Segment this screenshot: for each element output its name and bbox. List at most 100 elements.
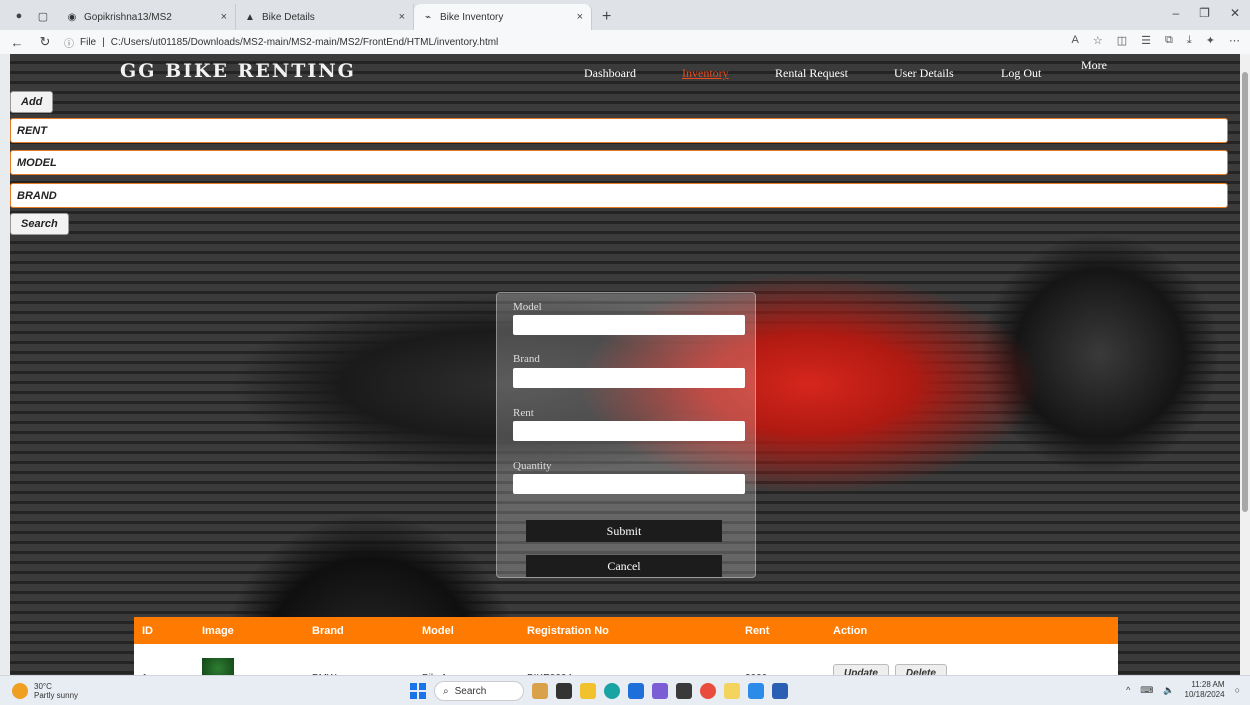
cell-rent: 2000 [737,644,825,675]
refresh-icon[interactable]: ↻ [34,34,56,50]
windows-start-icon[interactable] [410,683,426,699]
bike-thumbnail [202,658,234,675]
close-icon[interactable]: × [399,11,405,23]
visual-studio-icon[interactable] [652,683,668,699]
brand-input[interactable] [513,368,745,388]
profile-icon[interactable]: ● [12,9,26,23]
rent-filter-input[interactable]: RENT [10,118,1228,143]
site-brand: GG BIKE RENTING [120,60,356,82]
workspaces-icon[interactable]: ▢ [36,9,50,23]
favorites-icon[interactable]: ☰ [1141,34,1151,47]
read-aloud-icon[interactable]: A [1072,34,1079,47]
weather-sun-icon [12,683,28,699]
quantity-input[interactable] [513,474,745,494]
favorite-icon[interactable]: ☆ [1093,34,1103,47]
split-screen-icon[interactable]: ◫ [1117,34,1127,47]
nav-more[interactable]: More [1081,58,1107,73]
github-icon: ◉ [67,11,77,23]
downloads-icon[interactable]: ⤓ [1187,34,1192,47]
weather-temp: 30°C [34,682,52,691]
bike-icon: ▲ [245,11,255,23]
header-registration: Registration No [527,624,609,637]
header-id: ID [142,624,153,637]
table-header: ID Image Brand Model Registration No Ren… [134,617,1118,644]
chevron-up-icon[interactable]: ^ [1126,685,1130,695]
paint-icon[interactable] [724,683,740,699]
cell-id: 1 [134,644,194,675]
restore-icon[interactable]: ❐ [1199,6,1210,20]
tab-bar-left-icons: ● ▢ [0,9,58,30]
model-filter-input[interactable]: MODEL [10,150,1228,175]
search-icon: ⌕ [443,685,449,697]
edge-icon[interactable] [604,683,620,699]
url-divider: | [102,36,105,48]
nav-user-details[interactable]: User Details [894,66,954,81]
nav-inventory[interactable]: Inventory [682,66,729,81]
clock-time: 11:28 AM [1191,680,1225,689]
brand-filter-input[interactable]: BRAND [10,183,1228,208]
update-button[interactable]: Update [833,663,889,675]
close-icon[interactable]: × [221,11,227,23]
search-button[interactable]: Search [10,213,69,235]
nav-rental-request[interactable]: Rental Request [775,66,848,81]
table-row: 1 BMW Bike1 BIKE0004 2000 Update Delete [134,644,1118,675]
file-explorer-icon[interactable] [580,683,596,699]
taskbar-search-label: Search [454,685,487,697]
taskbar-search[interactable]: ⌕ Search [434,681,524,701]
system-tray: ^ ⌨ 🔈 11:28 AM 10/18/2024 ○ [1126,680,1240,700]
bike-icon: ⌁ [424,11,432,23]
browser-tab-bike-details[interactable]: ▲ Bike Details × [236,4,414,30]
terminal-icon[interactable] [676,683,692,699]
weather-condition: Partly sunny [34,691,79,700]
extensions-icon[interactable]: ✦ [1206,34,1215,47]
close-window-icon[interactable]: ✕ [1230,6,1240,20]
add-button[interactable]: Add [10,91,54,113]
minimize-icon[interactable]: – [1172,6,1179,20]
browser-tab-bike-inventory[interactable]: ⌁ Bike Inventory × [414,4,592,30]
task-view-icon[interactable] [556,683,572,699]
model-input[interactable] [513,315,745,335]
delete-button[interactable]: Delete [894,663,947,675]
weather-widget[interactable]: 30°C Partly sunny [12,682,78,700]
cell-registration: BIKE0004 [519,644,737,675]
vscode-icon[interactable] [748,683,764,699]
nav-log-out[interactable]: Log Out [1001,66,1041,81]
tab-title: Bike Details [262,11,315,23]
page-scrollbar[interactable] [1240,54,1250,675]
header-image: Image [202,624,234,637]
cancel-button[interactable]: Cancel [526,555,722,577]
chrome-icon[interactable] [700,683,716,699]
tab-title: Bike Inventory [440,11,504,23]
word-icon[interactable] [772,683,788,699]
notification-icon[interactable]: ○ [1235,685,1240,695]
header-action: Action [833,624,868,637]
clock[interactable]: 11:28 AM 10/18/2024 [1185,680,1225,700]
header-rent: Rent [745,624,770,637]
info-icon: ⓘ [64,38,74,50]
browser-tab-bar: ● ▢ ◉ Gopikrishna13/MS2 × ▲ Bike Details… [0,0,1250,30]
windows-taskbar: 30°C Partly sunny ⌕ Search ^ ⌨ 🔈 11:28 A… [0,675,1250,705]
site-navbar: GG BIKE RENTING Dashboard Inventory Rent… [10,54,1240,90]
page-content: GG BIKE RENTING Dashboard Inventory Rent… [10,54,1240,675]
network-icon[interactable]: ⌨ [1140,685,1153,696]
collections-icon[interactable]: ⧉ [1165,34,1173,47]
scrollbar-thumb[interactable] [1242,72,1248,512]
store-icon[interactable] [628,683,644,699]
window-controls: – ❐ ✕ [1172,6,1240,20]
more-icon[interactable]: ⋯ [1229,34,1240,47]
volume-icon[interactable]: 🔈 [1163,685,1174,696]
new-tab-icon[interactable]: + [592,8,621,30]
submit-button[interactable]: Submit [526,520,722,542]
model-label: Model [513,301,542,313]
back-icon[interactable]: ← [6,35,28,50]
widgets-icon[interactable] [532,683,548,699]
nav-dashboard[interactable]: Dashboard [584,66,636,81]
close-icon[interactable]: × [577,11,583,23]
rent-input[interactable] [513,421,745,441]
brand-label: Brand [513,353,540,365]
header-brand: Brand [312,624,344,637]
url-text: C:/Users/ut01185/Downloads/MS2-main/MS2-… [110,36,499,48]
url-field[interactable]: ⓘ File | C:/Users/ut01185/Downloads/MS2-… [64,35,498,50]
tab-title: Gopikrishna13/MS2 [84,11,172,23]
browser-tab-github[interactable]: ◉ Gopikrishna13/MS2 × [58,4,236,30]
